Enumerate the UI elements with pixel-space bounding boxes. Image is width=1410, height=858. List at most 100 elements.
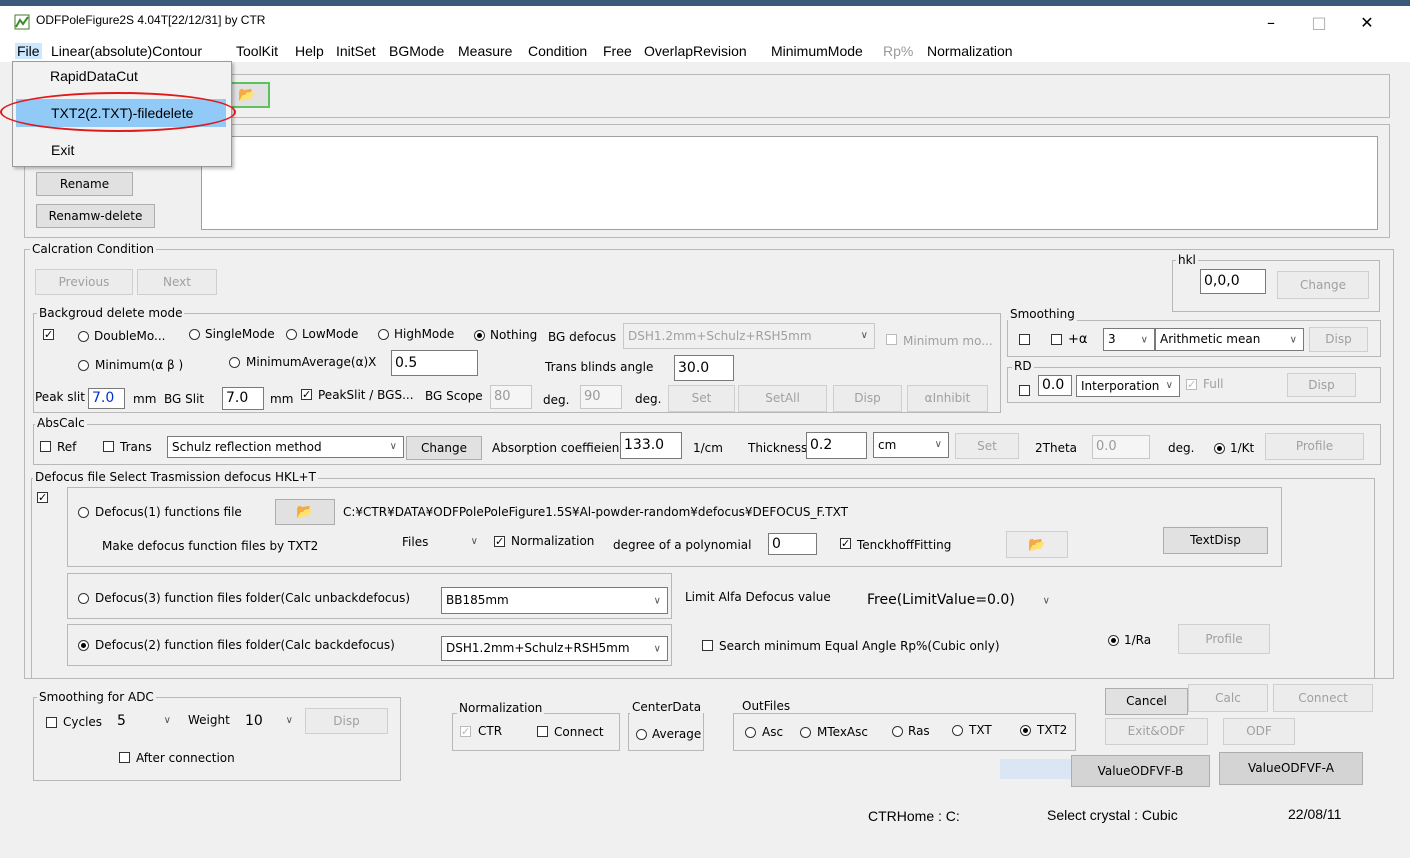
- exit-odf-button[interactable]: Exit&ODF: [1105, 718, 1208, 745]
- kt-radio[interactable]: [1214, 443, 1225, 454]
- renamw-delete-button[interactable]: Renamw-delete: [36, 204, 155, 228]
- menu-measure[interactable]: Measure: [458, 43, 512, 59]
- menu-rp-percent[interactable]: Rp%: [883, 43, 913, 59]
- hkl-change-button[interactable]: Change: [1277, 271, 1369, 299]
- average-radio[interactable]: [636, 729, 647, 740]
- normalization-checkbox[interactable]: ✓: [494, 536, 505, 547]
- smoothing-method-select[interactable]: Arithmetic mean ∨: [1155, 328, 1304, 351]
- odf-button[interactable]: ODF: [1223, 718, 1295, 745]
- singlemode-radio[interactable]: [189, 329, 200, 340]
- after-connection-checkbox[interactable]: [119, 752, 130, 763]
- trans-blinds-input[interactable]: 30.0: [674, 355, 734, 381]
- next-button[interactable]: Next: [137, 269, 217, 295]
- defocus2-radio[interactable]: [78, 640, 89, 651]
- txt2-radio[interactable]: [1020, 725, 1031, 736]
- bg-defocus-select[interactable]: DSH1.2mm+Schulz+RSH5mm ∨: [623, 323, 875, 349]
- menu-normalization[interactable]: Normalization: [927, 43, 1013, 59]
- menu-toolkit[interactable]: ToolKit: [236, 43, 278, 59]
- files-select[interactable]: Files ∨: [397, 530, 485, 554]
- menu-minimummode[interactable]: MinimumMode: [771, 43, 863, 59]
- abs-method-select[interactable]: Schulz reflection method ∨: [167, 436, 404, 458]
- highmode-radio[interactable]: [378, 329, 389, 340]
- tenckhoff-checkbox[interactable]: ✓: [840, 538, 851, 549]
- doublemode-radio[interactable]: [78, 331, 89, 342]
- defocus1-radio[interactable]: [78, 507, 89, 518]
- menu-initset[interactable]: InitSet: [336, 43, 376, 59]
- mtexasc-radio[interactable]: [800, 727, 811, 738]
- cycles-checkbox[interactable]: [46, 717, 57, 728]
- bg-set-button[interactable]: Set: [668, 385, 735, 412]
- two-theta-input[interactable]: 0.0: [1092, 435, 1150, 459]
- bg-scope-input[interactable]: 80: [490, 385, 532, 409]
- trans-checkbox[interactable]: [103, 441, 114, 452]
- limit-alfa-select[interactable]: Free(LimitValue=0.0) ∨: [862, 586, 1057, 615]
- close-button[interactable]: ✕: [1344, 8, 1390, 38]
- cycles-select[interactable]: 5 ∨: [112, 709, 178, 733]
- bg-scope2-input[interactable]: 90: [580, 385, 622, 409]
- defocus-profile-button[interactable]: Profile: [1178, 624, 1270, 654]
- asc-radio[interactable]: [745, 727, 756, 738]
- rd-checkbox[interactable]: [1019, 385, 1030, 396]
- minimum-ab-radio[interactable]: [78, 360, 89, 371]
- textdisp-button[interactable]: TextDisp: [1163, 527, 1268, 554]
- bg-setall-button[interactable]: SetAll: [738, 385, 827, 412]
- tenckhoff-open-button[interactable]: 📂: [1006, 531, 1068, 558]
- ra-radio[interactable]: [1108, 635, 1119, 646]
- defocus3-radio[interactable]: [78, 593, 89, 604]
- rd-disp-button[interactable]: Disp: [1287, 373, 1356, 397]
- alpha-inhibit-button[interactable]: αInhibit: [907, 385, 988, 412]
- menu-bgmode[interactable]: BGMode: [389, 43, 444, 59]
- nothing-radio[interactable]: [474, 330, 485, 341]
- minimum-mode-checkbox[interactable]: [886, 334, 897, 345]
- rd-input[interactable]: 0.0: [1038, 375, 1072, 396]
- menu-help[interactable]: Help: [295, 43, 324, 59]
- menu-condition[interactable]: Condition: [528, 43, 587, 59]
- lowmode-radio[interactable]: [286, 329, 297, 340]
- thickness-unit-select[interactable]: cm ∨: [873, 432, 949, 458]
- connect-button[interactable]: Connect: [1273, 684, 1373, 712]
- menu-item-exit[interactable]: Exit: [51, 142, 74, 158]
- peak-slit-input[interactable]: 7.0: [88, 388, 125, 409]
- smoothing-count-select[interactable]: 3 ∨: [1103, 328, 1155, 351]
- previous-button[interactable]: Previous: [35, 269, 133, 295]
- bg-slit-input[interactable]: 7.0: [222, 387, 264, 410]
- minimize-button[interactable]: –: [1248, 8, 1294, 38]
- menu-overlaprevision[interactable]: OverlapRevision: [644, 43, 747, 59]
- ras-radio[interactable]: [892, 726, 903, 737]
- smoothing-checkbox[interactable]: [1019, 334, 1030, 345]
- degree-poly-input[interactable]: 0: [768, 533, 817, 555]
- rename-button[interactable]: Rename: [36, 172, 133, 196]
- full-checkbox[interactable]: ✓: [1186, 379, 1197, 390]
- defocus3-select[interactable]: BB185mm ∨: [441, 587, 668, 614]
- smoothing-disp-button[interactable]: Disp: [1309, 327, 1368, 352]
- file-list-box[interactable]: [201, 136, 1378, 230]
- maximize-button[interactable]: □: [1296, 8, 1342, 38]
- defocus2-select[interactable]: DSH1.2mm+Schulz+RSH5mm ∨: [441, 636, 668, 661]
- thickness-input[interactable]: 0.2: [806, 432, 867, 459]
- plus-alpha-checkbox[interactable]: [1051, 334, 1062, 345]
- menu-item-rapiddatacut[interactable]: RapidDataCut: [50, 68, 138, 84]
- search-min-checkbox[interactable]: [702, 640, 713, 651]
- adc-disp-button[interactable]: Disp: [305, 708, 388, 734]
- minimum-average-input[interactable]: 0.5: [391, 350, 478, 376]
- minimum-average-radio[interactable]: [229, 357, 240, 368]
- defocus1-open-button[interactable]: 📂: [275, 499, 335, 525]
- bg-enable-checkbox[interactable]: ✓: [43, 329, 54, 340]
- bg-disp-button[interactable]: Disp: [833, 385, 902, 412]
- defocus-enable-checkbox[interactable]: ✓: [37, 492, 48, 503]
- menu-free[interactable]: Free: [603, 43, 632, 59]
- txt-radio[interactable]: [952, 725, 963, 736]
- norm-connect-checkbox[interactable]: [537, 726, 548, 737]
- ref-checkbox[interactable]: [40, 441, 51, 452]
- abs-coeff-input[interactable]: 133.0: [620, 432, 682, 459]
- hkl-input[interactable]: 0,0,0: [1200, 269, 1266, 294]
- abs-set-button[interactable]: Set: [955, 433, 1019, 459]
- value-odfvf-b-button[interactable]: ValueODFVF-B: [1071, 755, 1210, 787]
- abs-change-button[interactable]: Change: [406, 436, 482, 460]
- interporation-select[interactable]: Interporation ∨: [1076, 375, 1180, 397]
- peakslit-bgs-checkbox[interactable]: ✓: [301, 389, 312, 400]
- value-odfvf-a-button[interactable]: ValueODFVF-A: [1219, 752, 1363, 785]
- menu-linear[interactable]: Linear(absolute)Contour: [51, 43, 202, 59]
- calc-button[interactable]: Calc: [1188, 684, 1268, 712]
- abs-profile-button[interactable]: Profile: [1265, 433, 1364, 460]
